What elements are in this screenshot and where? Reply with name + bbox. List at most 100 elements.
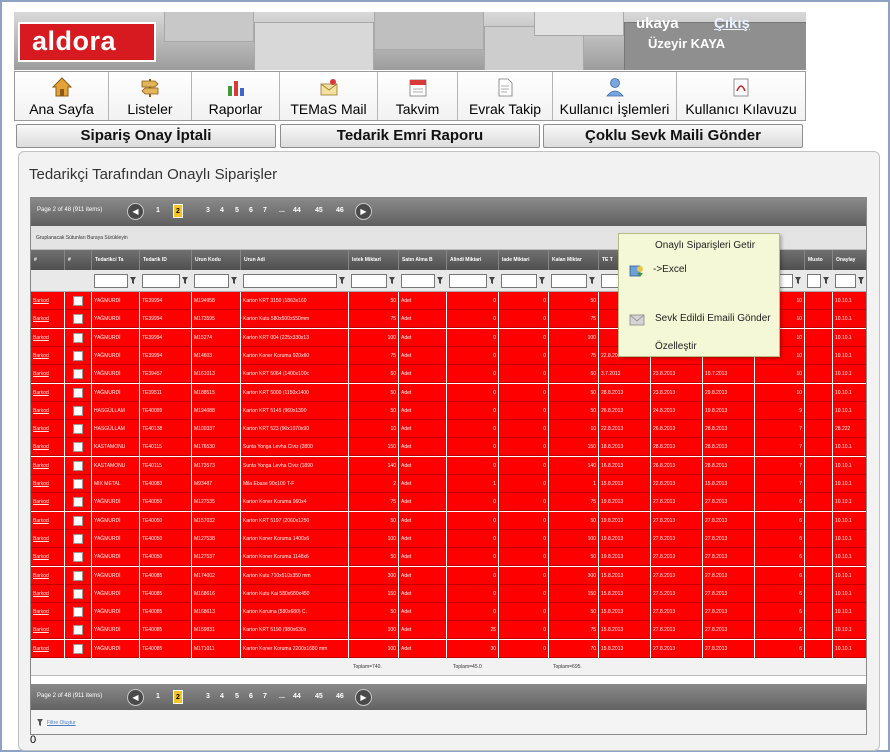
multi-mail-button[interactable]: Çoklu Sevk Maili Gönder <box>543 124 803 148</box>
column-header[interactable]: # <box>31 250 65 270</box>
table-row[interactable]: Barkod YAĞMURDİ TE40050 M157032 Karton KRT 5… <box>31 511 866 530</box>
filter-icon[interactable] <box>130 277 136 284</box>
row-checkbox[interactable] <box>73 643 83 654</box>
table-row[interactable]: Barkod KASTAMONU TE40115 M173573 Sunta Yonga… <box>31 456 866 475</box>
page-number[interactable]: 7 <box>263 693 267 700</box>
barcode-link[interactable]: Barkod <box>31 383 65 402</box>
row-checkbox[interactable] <box>73 460 83 471</box>
column-header[interactable]: Onaylay <box>833 250 866 270</box>
column-header[interactable]: Iade Miktari <box>499 250 549 270</box>
row-checkbox[interactable] <box>73 479 83 489</box>
table-row[interactable]: Barkod YAĞMURDİ TE39511 M188515 Karton KRT 5… <box>31 383 866 402</box>
row-checkbox[interactable] <box>73 515 83 526</box>
barcode-link[interactable]: Barkod <box>31 456 65 475</box>
page-number[interactable]: ... <box>279 207 285 214</box>
menu-item-evrak-takip[interactable]: Evrak Takip <box>458 72 553 120</box>
filter-icon[interactable] <box>858 277 864 284</box>
filter-icon[interactable] <box>589 277 595 284</box>
menu-item-send-shipped-mail[interactable]: Sevk Edildi Emaili Gönder <box>655 313 771 324</box>
page-number[interactable]: 1 <box>156 207 160 214</box>
table-row[interactable]: Barkod YAĞMURDİ TE40050 M127537 Karton Koner… <box>31 548 866 567</box>
logout-link[interactable]: Çıkış <box>714 15 750 32</box>
menu-item-excel-export[interactable]: ->Excel <box>653 264 687 275</box>
barcode-link[interactable]: Barkod <box>31 365 65 384</box>
menu-item-raporlar[interactable]: Raporlar <box>192 72 280 120</box>
filter-icon[interactable] <box>389 277 395 284</box>
filter-icon[interactable] <box>339 277 345 284</box>
supply-report-button[interactable]: Tedarik Emri Raporu <box>280 124 540 148</box>
barcode-link[interactable]: Barkod <box>31 621 65 640</box>
menu-item-customize[interactable]: Özelleştir <box>655 341 697 352</box>
row-checkbox[interactable] <box>73 588 83 599</box>
barcode-link[interactable]: Barkod <box>31 328 65 347</box>
row-checkbox[interactable] <box>73 570 83 581</box>
row-checkbox[interactable] <box>73 387 83 398</box>
barcode-link[interactable]: Barkod <box>31 310 65 329</box>
page-number[interactable]: 5 <box>235 207 239 214</box>
table-row[interactable]: Barkod YAĞMURDİ TE40085 M171011 Karton Koner… <box>31 639 866 658</box>
column-filter-input[interactable] <box>835 274 856 288</box>
barcode-link[interactable]: Barkod <box>31 529 65 548</box>
row-checkbox[interactable] <box>73 332 83 343</box>
page-number[interactable]: 6 <box>249 207 253 214</box>
column-header[interactable]: Tedarik ID <box>140 250 192 270</box>
page-number[interactable]: 3 <box>206 207 210 214</box>
filter-icon[interactable] <box>539 277 545 284</box>
column-filter-input[interactable] <box>243 274 337 288</box>
page-number[interactable]: 3 <box>206 693 210 700</box>
page-number[interactable]: 46 <box>336 693 344 700</box>
filter-icon[interactable] <box>489 277 495 284</box>
page-number[interactable]: 44 <box>293 693 301 700</box>
page-number[interactable]: 45 <box>315 207 323 214</box>
page-number[interactable]: ... <box>279 693 285 700</box>
barcode-link[interactable]: Barkod <box>31 292 65 310</box>
column-header[interactable]: Musto <box>805 250 833 270</box>
page-number[interactable]: 46 <box>336 207 344 214</box>
table-row[interactable]: Barkod YAĞMURDİ TE40085 M168613 Karton Korum… <box>31 603 866 622</box>
row-checkbox[interactable] <box>73 625 83 636</box>
barcode-link[interactable]: Barkod <box>31 511 65 530</box>
cancel-approval-button[interactable]: Sipariş Onay İptali <box>16 124 276 148</box>
row-checkbox[interactable] <box>73 552 83 563</box>
column-filter-input[interactable] <box>351 274 387 288</box>
page-number[interactable]: 45 <box>315 693 323 700</box>
column-filter-input[interactable] <box>501 274 537 288</box>
menu-item-listeler[interactable]: Listeler <box>109 72 192 120</box>
column-header[interactable]: Urun Adi <box>241 250 349 270</box>
barcode-link[interactable]: Barkod <box>31 401 65 420</box>
menu-item-temas-mail[interactable]: TEMaS Mail <box>280 72 378 120</box>
row-checkbox[interactable] <box>73 350 83 361</box>
prev-page-button[interactable]: ◀ <box>127 689 144 706</box>
filter-icon[interactable] <box>231 277 237 284</box>
table-row[interactable]: Barkod YAĞMURDİ TE39457 M161013 Karton KRT 5… <box>31 365 866 384</box>
page-number[interactable]: 2 <box>173 204 183 218</box>
page-number[interactable]: 4 <box>220 693 224 700</box>
column-filter-input[interactable] <box>449 274 487 288</box>
table-row[interactable]: Barkod YAĞMURDİ TE40085 M174002 Karton Kutu … <box>31 566 866 585</box>
row-checkbox[interactable] <box>73 497 83 508</box>
filter-icon[interactable] <box>437 277 443 284</box>
page-number[interactable]: 5 <box>235 693 239 700</box>
create-filter-link[interactable]: Filtre Oluştur <box>47 720 76 726</box>
barcode-link[interactable]: Barkod <box>31 603 65 622</box>
barcode-link[interactable]: Barkod <box>31 346 65 365</box>
column-header[interactable]: # <box>65 250 92 270</box>
row-checkbox[interactable] <box>73 369 83 380</box>
table-row[interactable]: Barkod MIX METAL TE40083 M93487 Mila Ebase 9… <box>31 475 866 493</box>
table-row[interactable]: Barkod KASTAMONU TE40115 M176530 Sunta Yonga… <box>31 438 866 457</box>
page-number[interactable]: 6 <box>249 693 253 700</box>
row-checkbox[interactable] <box>73 607 83 618</box>
table-row[interactable]: Barkod YAĞMURDİ TE40085 M168616 Karton Kutu … <box>31 584 866 603</box>
table-row[interactable]: Barkod YAĞMURDİ TE40050 M127538 Karton Koner… <box>31 529 866 548</box>
menu-item-kullanici-islemleri[interactable]: Kullanıcı İşlemleri <box>553 72 677 120</box>
row-checkbox[interactable] <box>73 314 83 325</box>
row-checkbox[interactable] <box>73 533 83 544</box>
page-number[interactable]: 1 <box>156 693 160 700</box>
table-row[interactable]: Barkod HASGÜLLAM TE40138 M100337 Karton KRT … <box>31 420 866 439</box>
row-checkbox[interactable] <box>73 424 83 435</box>
table-row[interactable]: Barkod HASGÜLLAM TE40099 M194088 Karton KRT … <box>31 401 866 420</box>
menu-item-ana-sayfa[interactable]: Ana Sayfa <box>15 72 109 120</box>
table-row[interactable]: Barkod YAĞMURDİ TE40085 M159831 Karton KRT 5… <box>31 621 866 640</box>
barcode-link[interactable]: Barkod <box>31 493 65 512</box>
page-number[interactable]: 44 <box>293 207 301 214</box>
